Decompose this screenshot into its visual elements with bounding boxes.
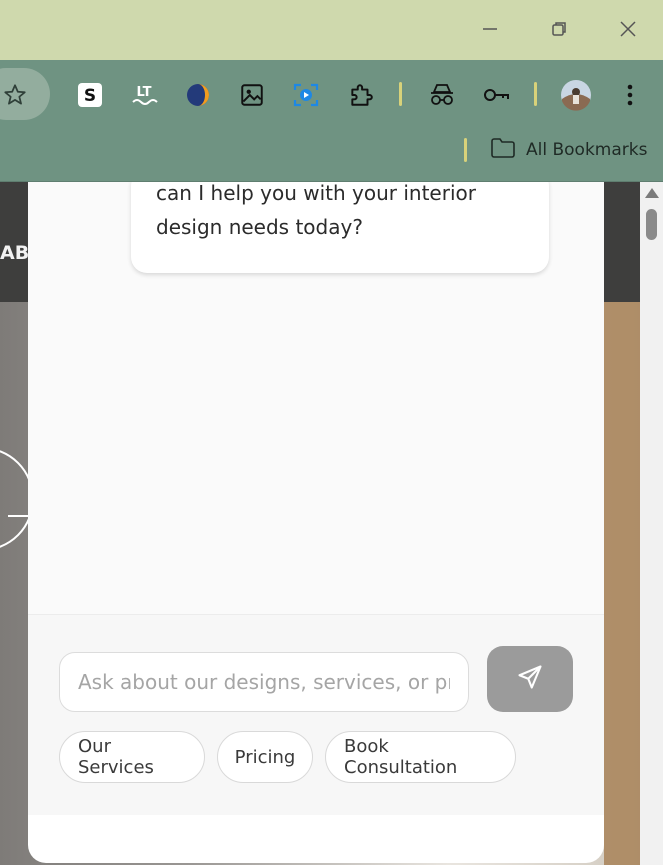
chat-input[interactable] — [59, 652, 469, 712]
send-icon — [516, 663, 544, 695]
hero-circle-line — [8, 515, 30, 517]
toolbar-separator — [399, 82, 402, 106]
scroll-up-arrow-icon[interactable] — [645, 188, 659, 198]
all-bookmarks-folder[interactable]: All Bookmarks — [490, 136, 647, 164]
quick-reply-pricing[interactable]: Pricing — [217, 731, 313, 783]
site-nav-text[interactable]: AB — [0, 242, 29, 264]
more-menu-icon[interactable] — [615, 80, 645, 110]
quick-reply-our-services[interactable]: Our Services — [59, 731, 205, 783]
folder-icon — [490, 137, 516, 164]
profile-avatar[interactable] — [559, 78, 593, 112]
minimize-icon[interactable] — [475, 14, 505, 44]
browser-toolbar: S LT — [0, 60, 663, 130]
close-icon[interactable] — [613, 14, 643, 44]
languagetool-extension-icon[interactable]: LT — [129, 80, 159, 110]
password-key-icon[interactable] — [481, 80, 511, 110]
screen-capture-extension-icon[interactable] — [291, 80, 321, 110]
chat-footer: Our Services Pricing Book Consultation — [28, 614, 604, 815]
chat-widget: can I help you with your interior design… — [28, 182, 604, 863]
bookmark-star-icon[interactable] — [0, 80, 30, 110]
all-bookmarks-label: All Bookmarks — [526, 140, 648, 160]
page-scrollbar[interactable] — [640, 182, 663, 865]
quick-reply-book-consultation[interactable]: Book Consultation — [325, 731, 516, 783]
crescent-extension-icon[interactable] — [183, 80, 213, 110]
bot-message-bubble: can I help you with your interior design… — [131, 182, 549, 273]
svg-text:S: S — [84, 86, 96, 106]
restore-icon[interactable] — [544, 14, 574, 44]
send-button[interactable] — [487, 646, 573, 712]
bookmarks-bar: All Bookmarks — [0, 130, 663, 182]
bookmarks-separator — [464, 138, 467, 162]
scroll-thumb[interactable] — [646, 209, 657, 240]
image-extension-icon[interactable] — [237, 80, 267, 110]
hero-image-edge — [604, 302, 640, 865]
window-titlebar — [0, 0, 663, 60]
svg-text:LT: LT — [137, 85, 152, 100]
chat-messages: can I help you with your interior design… — [28, 182, 604, 614]
incognito-spy-icon[interactable] — [427, 80, 457, 110]
bot-message-text: can I help you with your interior design… — [156, 182, 476, 239]
scribe-extension-icon[interactable]: S — [75, 80, 105, 110]
extensions-puzzle-icon[interactable] — [346, 80, 376, 110]
toolbar-separator — [534, 82, 537, 106]
